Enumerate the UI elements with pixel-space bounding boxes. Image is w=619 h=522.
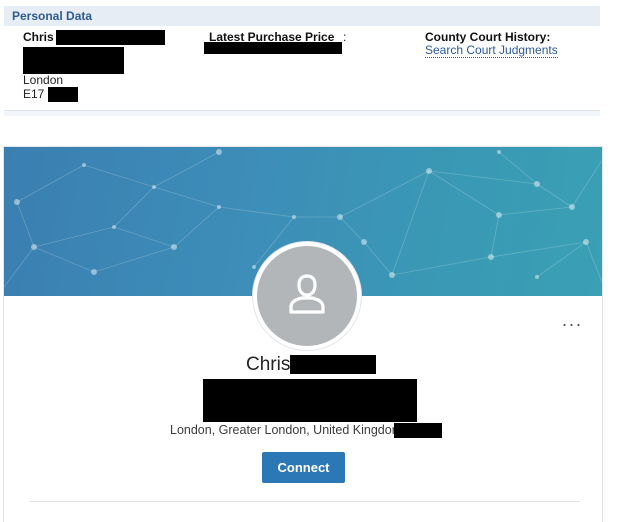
label-colon: : (343, 30, 347, 44)
search-court-judgments-link[interactable]: Search Court Judgments (425, 44, 558, 58)
person-name: Chris (23, 30, 54, 44)
personal-data-header: Personal Data (4, 6, 600, 26)
redacted-postcode (48, 87, 78, 102)
redacted-purchase-price (204, 42, 342, 54)
redacted-address (23, 47, 124, 74)
redacted-surname (56, 30, 165, 45)
connect-button[interactable]: Connect (262, 452, 345, 483)
card-divider (29, 501, 580, 502)
profile-avatar[interactable] (253, 242, 361, 350)
redacted-profile-surname (290, 355, 376, 374)
personal-data-body: Chris London E17 Latest Purchase Price :… (4, 26, 600, 111)
profile-card: ··· Chris London, Greater London, United… (3, 146, 603, 522)
personal-data-panel: Personal Data Chris London E17 Latest Pu… (4, 6, 600, 116)
profile-name: Chris (246, 354, 291, 375)
address-city: London (23, 73, 64, 87)
redacted-profile-headline (203, 379, 417, 422)
more-options-icon[interactable]: ··· (560, 315, 584, 333)
person-silhouette-icon (289, 274, 325, 314)
address-postcode: E17 (23, 87, 45, 101)
redacted-connection-info (394, 423, 442, 438)
personal-data-title: Personal Data (12, 9, 93, 23)
profile-location: London, Greater London, United Kingdom (170, 423, 403, 437)
county-court-history-label: County Court History: (425, 30, 551, 44)
